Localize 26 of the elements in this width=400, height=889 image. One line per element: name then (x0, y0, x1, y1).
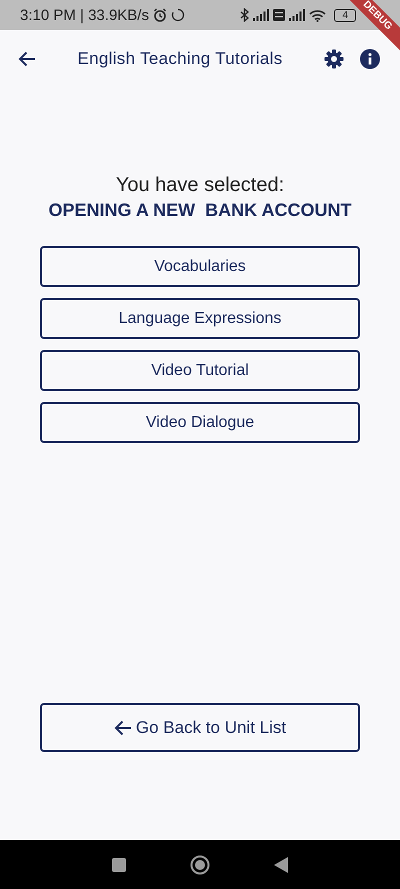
battery-level: 4 (334, 8, 356, 22)
status-text: 3:10 PM | 33.9KB/s (20, 6, 149, 24)
back-nav-button[interactable] (274, 856, 288, 872)
option-button[interactable]: Vocabularies (40, 246, 360, 287)
prompt-text: You have selected: (116, 173, 284, 198)
alarm-icon (152, 8, 167, 22)
home-button[interactable] (190, 854, 210, 874)
square-icon (112, 858, 126, 872)
app-title: English Teaching Tutorials (76, 49, 284, 69)
loading-icon (170, 8, 185, 22)
back-arrow-icon (114, 720, 132, 736)
signal-icon (253, 9, 270, 21)
recents-button[interactable] (112, 858, 126, 872)
option-button[interactable]: Video Tutorial (40, 350, 360, 391)
signal-icon (289, 9, 306, 21)
option-button[interactable]: Video Dialogue (40, 402, 360, 443)
unit-title: OPENING A NEW BANK ACCOUNT (48, 199, 352, 222)
settings-icon (324, 49, 344, 69)
go-back-button[interactable]: Go Back to Unit List (40, 703, 360, 752)
home-circle-icon (190, 854, 210, 874)
bluetooth-icon (240, 8, 250, 22)
option-button[interactable]: Language Expressions (40, 298, 360, 339)
triangle-icon (274, 856, 288, 872)
back-arrow-icon (18, 51, 36, 67)
wifi-icon (309, 8, 326, 22)
info-icon (360, 49, 380, 69)
